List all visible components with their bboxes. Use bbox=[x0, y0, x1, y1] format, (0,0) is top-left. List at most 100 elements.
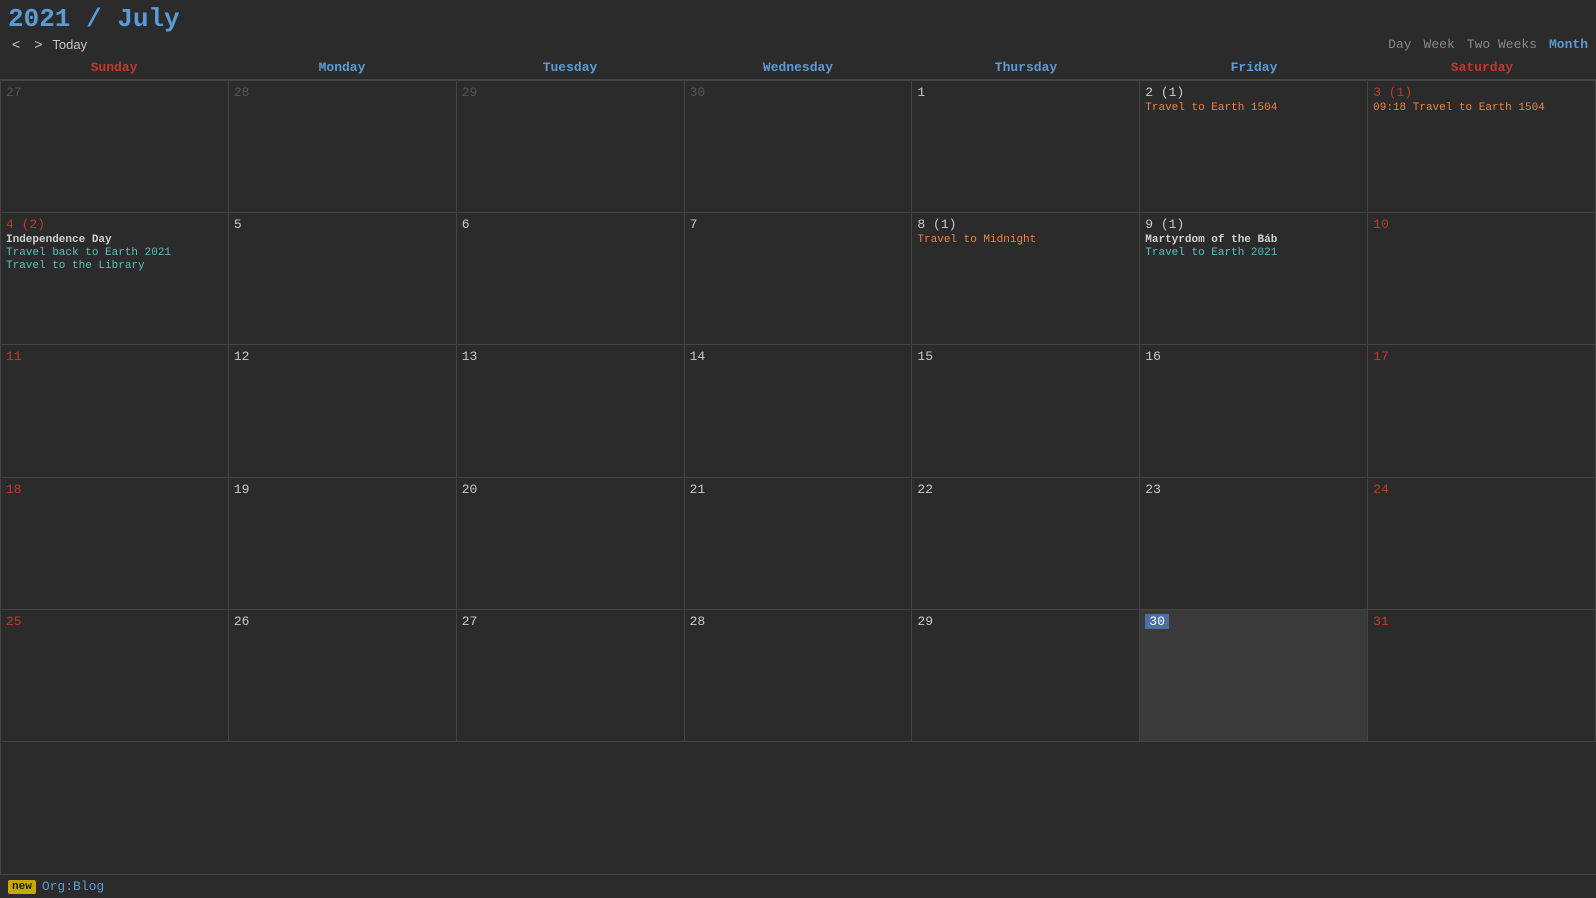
cell-w2-wed[interactable]: 7 bbox=[685, 213, 913, 345]
cell-w4-sat[interactable]: 24 bbox=[1368, 478, 1596, 610]
event[interactable]: Travel to Midnight bbox=[917, 234, 1134, 246]
nav-row: < > Today Day Week Two Weeks Month bbox=[8, 34, 1588, 54]
day-num: 31 bbox=[1373, 614, 1590, 629]
cell-w1-sun[interactable]: 27 bbox=[1, 81, 229, 213]
header: 2021 / July < > Today Day Week Two Weeks… bbox=[0, 0, 1596, 56]
nav-left: < > Today bbox=[8, 36, 87, 52]
view-two-weeks[interactable]: Two Weeks bbox=[1467, 37, 1537, 52]
event[interactable]: Travel to the Library bbox=[6, 260, 223, 272]
cell-w1-fri[interactable]: 2 (1) Travel to Earth 1504 bbox=[1140, 81, 1368, 213]
day-num: 23 bbox=[1145, 482, 1362, 497]
day-num: 3 (1) bbox=[1373, 85, 1590, 100]
day-num: 9 (1) bbox=[1145, 217, 1362, 232]
day-num: 12 bbox=[234, 349, 451, 364]
cell-w3-fri[interactable]: 16 bbox=[1140, 345, 1368, 477]
day-num: 18 bbox=[6, 482, 223, 497]
cell-w5-sun[interactable]: 25 bbox=[1, 610, 229, 742]
event[interactable]: Independence Day bbox=[6, 234, 223, 246]
day-headers: Sunday Monday Tuesday Wednesday Thursday… bbox=[0, 56, 1596, 80]
cell-w4-wed[interactable]: 21 bbox=[685, 478, 913, 610]
next-button[interactable]: > bbox=[30, 36, 46, 52]
title-month: July bbox=[117, 4, 179, 34]
cell-w3-sat[interactable]: 17 bbox=[1368, 345, 1596, 477]
cell-w2-thu[interactable]: 8 (1) Travel to Midnight bbox=[912, 213, 1140, 345]
footer-tag: new bbox=[8, 880, 36, 894]
title-year: 2021 bbox=[8, 4, 70, 34]
cell-w5-thu[interactable]: 29 bbox=[912, 610, 1140, 742]
cell-w3-tue[interactable]: 13 bbox=[457, 345, 685, 477]
title-slash: / bbox=[70, 4, 117, 34]
day-num: 5 bbox=[234, 217, 451, 232]
view-month[interactable]: Month bbox=[1549, 37, 1588, 52]
cell-w1-sat[interactable]: 3 (1) 09:18 Travel to Earth 1504 bbox=[1368, 81, 1596, 213]
calendar-grid: 27 28 29 30 1 2 (1) Travel to Earth 1504… bbox=[0, 80, 1596, 874]
cell-w2-mon[interactable]: 5 bbox=[229, 213, 457, 345]
day-num: 17 bbox=[1373, 349, 1590, 364]
cell-w4-thu[interactable]: 22 bbox=[912, 478, 1140, 610]
header-tuesday: Tuesday bbox=[456, 56, 684, 79]
day-num: 28 bbox=[234, 85, 451, 100]
day-num: 30 bbox=[690, 85, 907, 100]
event[interactable]: Travel to Earth 2021 bbox=[1145, 247, 1362, 259]
day-num: 27 bbox=[462, 614, 679, 629]
cell-w5-wed[interactable]: 28 bbox=[685, 610, 913, 742]
day-num: 20 bbox=[462, 482, 679, 497]
header-saturday: Saturday bbox=[1368, 56, 1596, 79]
cell-w2-sat[interactable]: 10 bbox=[1368, 213, 1596, 345]
footer: new Org:Blog bbox=[0, 874, 1596, 898]
header-wednesday: Wednesday bbox=[684, 56, 912, 79]
event[interactable]: 09:18 Travel to Earth 1504 bbox=[1373, 102, 1590, 114]
cell-w3-sun[interactable]: 11 bbox=[1, 345, 229, 477]
cell-w1-wed[interactable]: 30 bbox=[685, 81, 913, 213]
day-num: 10 bbox=[1373, 217, 1590, 232]
header-thursday: Thursday bbox=[912, 56, 1140, 79]
day-num: 6 bbox=[462, 217, 679, 232]
footer-label[interactable]: Org:Blog bbox=[42, 879, 104, 894]
header-friday: Friday bbox=[1140, 56, 1368, 79]
cell-w1-mon[interactable]: 28 bbox=[229, 81, 457, 213]
view-day[interactable]: Day bbox=[1388, 37, 1411, 52]
day-num: 8 (1) bbox=[917, 217, 1134, 232]
cell-w2-sun[interactable]: 4 (2) Independence Day Travel back to Ea… bbox=[1, 213, 229, 345]
day-num: 29 bbox=[917, 614, 1134, 629]
day-num: 30 bbox=[1145, 614, 1169, 629]
event[interactable]: Martyrdom of the Báb bbox=[1145, 234, 1362, 246]
day-num: 19 bbox=[234, 482, 451, 497]
day-num: 28 bbox=[690, 614, 907, 629]
cell-w5-tue[interactable]: 27 bbox=[457, 610, 685, 742]
cell-w1-tue[interactable]: 29 bbox=[457, 81, 685, 213]
day-num: 7 bbox=[690, 217, 907, 232]
event[interactable]: Travel back to Earth 2021 bbox=[6, 247, 223, 259]
day-num: 14 bbox=[690, 349, 907, 364]
calendar-title: 2021 / July bbox=[8, 4, 1588, 34]
cell-w3-thu[interactable]: 15 bbox=[912, 345, 1140, 477]
header-sunday: Sunday bbox=[0, 56, 228, 79]
cell-w5-mon[interactable]: 26 bbox=[229, 610, 457, 742]
cell-w5-fri-today[interactable]: 30 bbox=[1140, 610, 1368, 742]
cell-w2-fri[interactable]: 9 (1) Martyrdom of the Báb Travel to Ear… bbox=[1140, 213, 1368, 345]
cell-w4-mon[interactable]: 19 bbox=[229, 478, 457, 610]
cell-w3-mon[interactable]: 12 bbox=[229, 345, 457, 477]
cell-w4-fri[interactable]: 23 bbox=[1140, 478, 1368, 610]
today-button[interactable]: Today bbox=[52, 37, 87, 52]
header-monday: Monday bbox=[228, 56, 456, 79]
day-num: 22 bbox=[917, 482, 1134, 497]
cell-w4-sun[interactable]: 18 bbox=[1, 478, 229, 610]
cell-w2-tue[interactable]: 6 bbox=[457, 213, 685, 345]
day-num: 15 bbox=[917, 349, 1134, 364]
view-week[interactable]: Week bbox=[1424, 37, 1455, 52]
day-num: 13 bbox=[462, 349, 679, 364]
prev-button[interactable]: < bbox=[8, 36, 24, 52]
view-modes: Day Week Two Weeks Month bbox=[1388, 37, 1588, 52]
cell-w5-sat[interactable]: 31 bbox=[1368, 610, 1596, 742]
cell-w3-wed[interactable]: 14 bbox=[685, 345, 913, 477]
day-num: 26 bbox=[234, 614, 451, 629]
day-num: 11 bbox=[6, 349, 223, 364]
day-num: 29 bbox=[462, 85, 679, 100]
event[interactable]: Travel to Earth 1504 bbox=[1145, 102, 1362, 114]
day-num: 27 bbox=[6, 85, 223, 100]
day-num: 24 bbox=[1373, 482, 1590, 497]
cell-w4-tue[interactable]: 20 bbox=[457, 478, 685, 610]
cell-w1-thu[interactable]: 1 bbox=[912, 81, 1140, 213]
day-num: 25 bbox=[6, 614, 223, 629]
